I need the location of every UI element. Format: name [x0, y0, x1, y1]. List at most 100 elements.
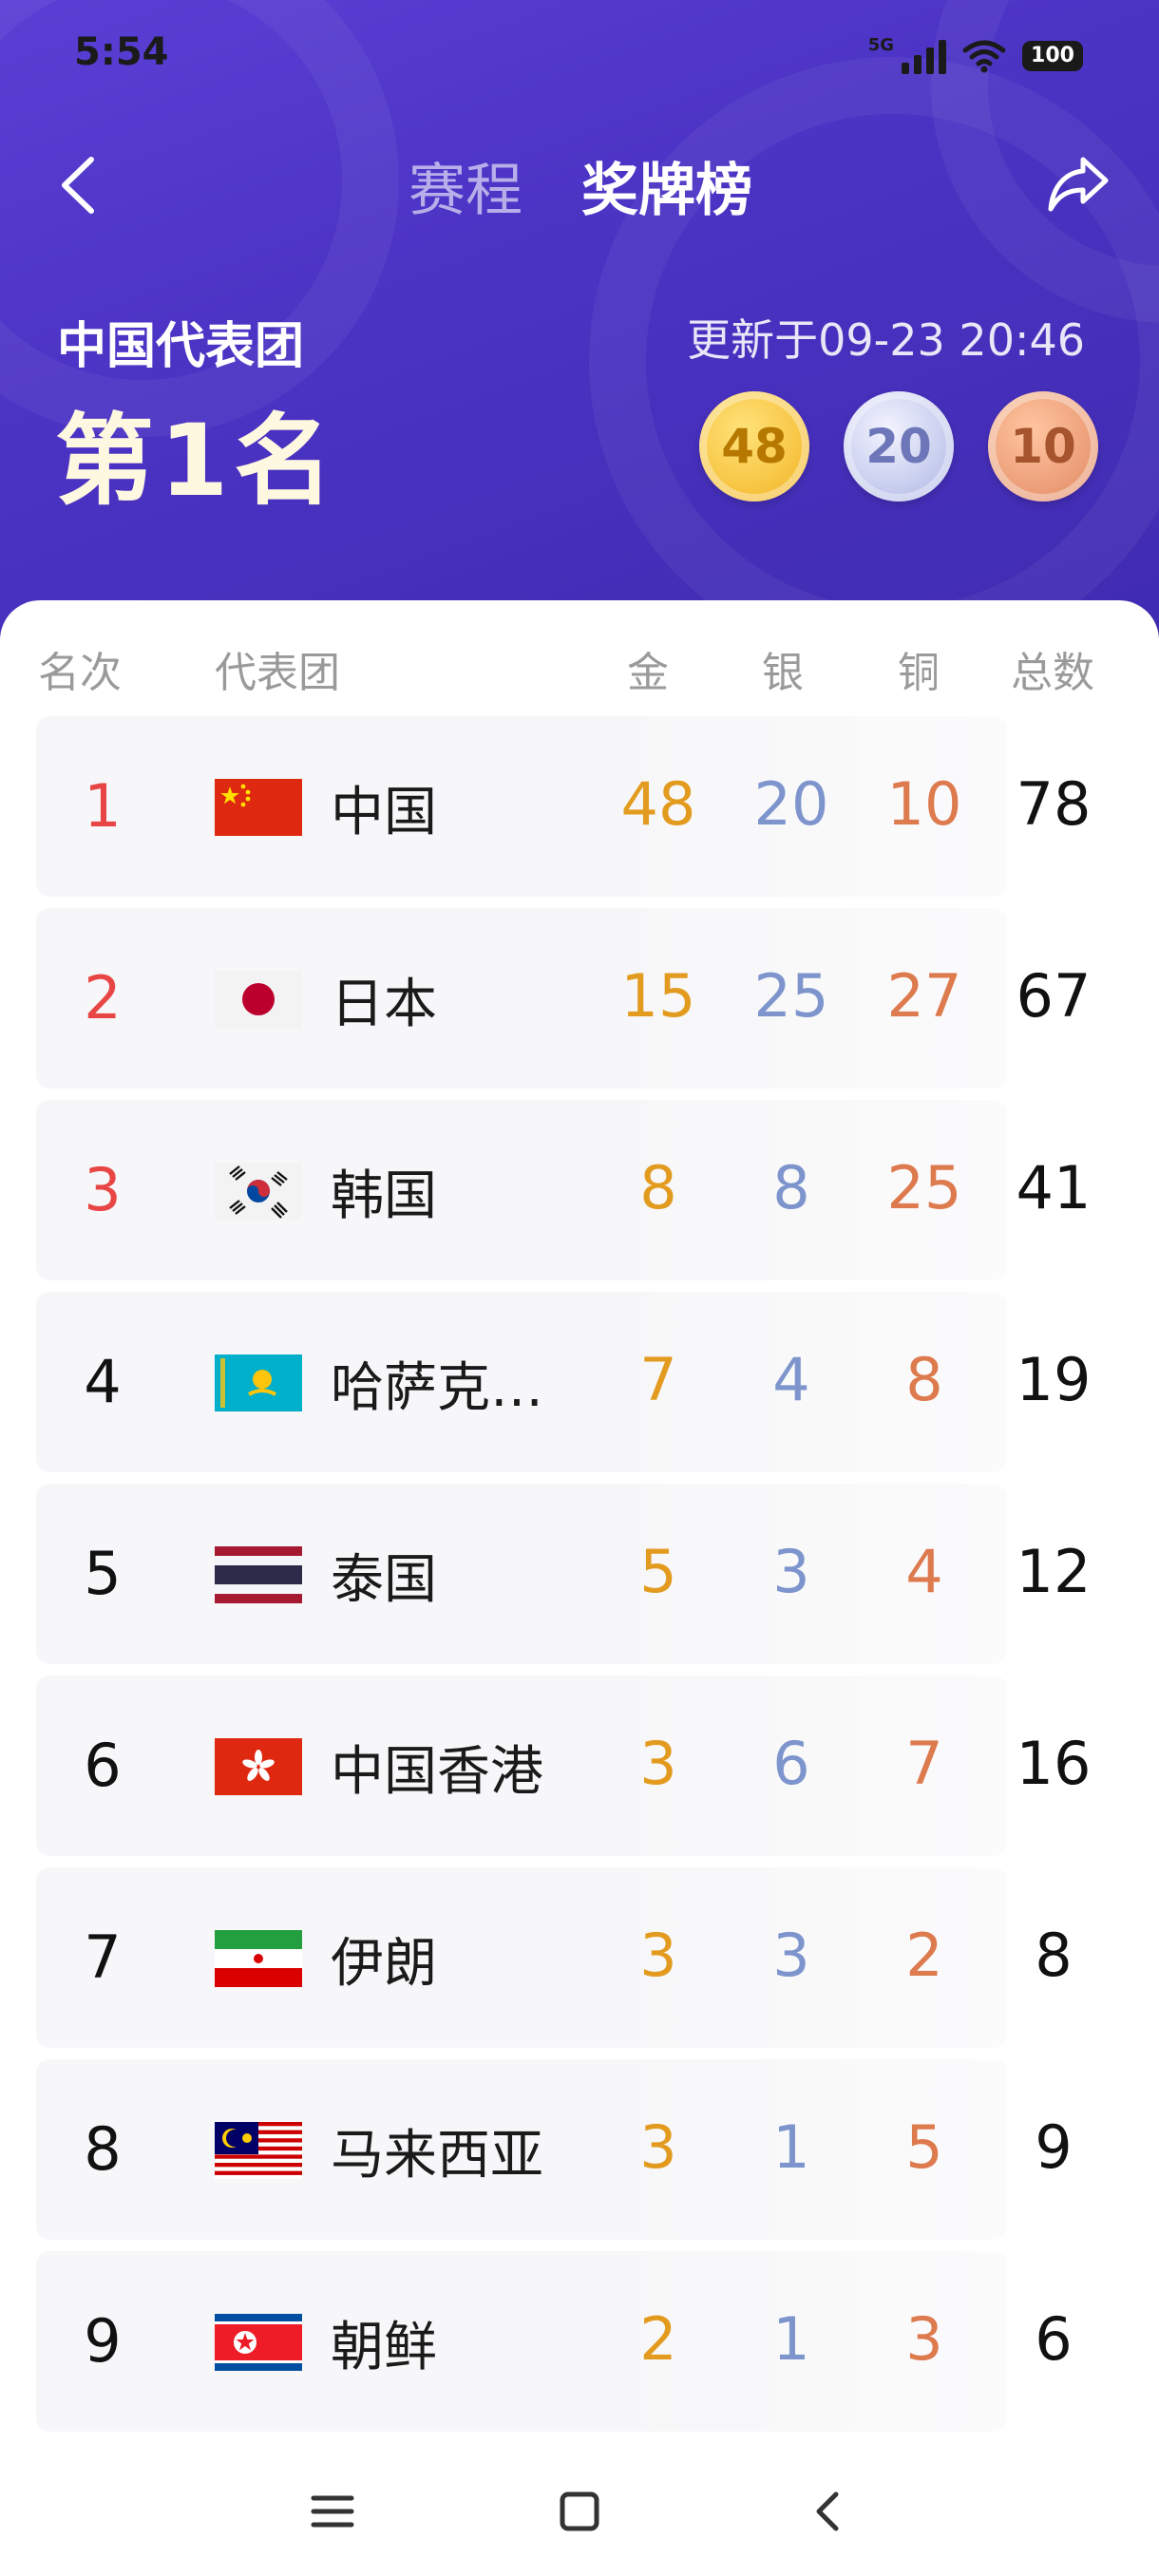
table-row[interactable]: 9 朝鲜 2 1 3 6 [36, 2251, 1073, 2432]
tab-schedule[interactable]: 赛程 [408, 144, 522, 227]
table-row[interactable]: 4 哈萨克… 7 4 8 19 [36, 1292, 1091, 1472]
row-bronze: 4 [905, 1537, 943, 1606]
row-silver: 1 [772, 2112, 810, 2182]
table-row[interactable]: 6 中国香港 3 6 7 16 [36, 1676, 1091, 1856]
row-gold: 15 [620, 961, 696, 1031]
medal-table: 名次 代表团 金 银 铜 总数 1 中国 48 20 10 78 2 日本 15… [0, 600, 1159, 2576]
row-silver: 8 [772, 1153, 810, 1222]
row-rank: 7 [84, 1923, 122, 1992]
malaysia-flag [215, 2122, 302, 2179]
header-team: 代表团 [215, 649, 340, 697]
row-bronze: 27 [886, 961, 962, 1031]
row-bronze: 3 [905, 2304, 943, 2374]
row-gold: 2 [639, 2304, 677, 2374]
bronze-medal-count: 10 [988, 391, 1098, 502]
row-country: 中国香港 [331, 1741, 543, 1803]
row-country: 马来西亚 [331, 2125, 543, 2187]
row-total: 19 [1016, 1345, 1092, 1414]
row-total: 41 [1016, 1153, 1092, 1222]
row-country: 泰国 [331, 1549, 437, 1611]
home-button[interactable] [551, 2483, 608, 2540]
menu-button[interactable] [304, 2483, 361, 2540]
status-bar: 5:54 5G 100 [0, 0, 1159, 114]
table-row[interactable]: 1 中国 48 20 10 78 [36, 716, 1091, 897]
row-country: 哈萨克… [331, 1357, 543, 1419]
row-gold: 3 [639, 2112, 677, 2182]
back-button[interactable] [49, 152, 106, 218]
row-total: 12 [1016, 1537, 1092, 1606]
row-silver: 3 [772, 1921, 810, 1990]
row-rank: 1 [84, 771, 122, 841]
north-korea-flag [215, 2314, 302, 2371]
row-gold: 7 [639, 1345, 677, 1414]
row-bronze: 5 [905, 2112, 943, 2182]
row-bronze: 7 [905, 1729, 943, 1798]
update-time: 更新于09-23 20:46 [687, 314, 1085, 366]
gold-medal-count: 48 [699, 391, 809, 502]
kazakhstan-flag [215, 1354, 302, 1411]
hong-kong-flag [215, 1738, 302, 1795]
iran-flag [215, 1930, 302, 1987]
row-rank: 3 [84, 1155, 122, 1224]
row-rank: 9 [84, 2306, 122, 2376]
row-country: 朝鲜 [331, 2317, 437, 2378]
row-gold: 5 [639, 1537, 677, 1606]
signal-icon [902, 38, 946, 74]
row-rank: 2 [84, 963, 122, 1032]
header-rank: 名次 [38, 649, 122, 697]
top-nav: 赛程 奖牌榜 [0, 133, 1159, 237]
south-korea-flag [215, 1163, 302, 1220]
row-gold: 3 [639, 1729, 677, 1798]
row-total: 6 [1035, 2304, 1073, 2374]
wifi-icon [962, 40, 1006, 73]
row-total: 78 [1016, 769, 1092, 839]
row-rank: 4 [84, 1347, 122, 1416]
table-row[interactable]: 8 马来西亚 3 1 5 9 [36, 2059, 1073, 2240]
row-total: 16 [1016, 1729, 1092, 1798]
thailand-flag [215, 1546, 302, 1603]
table-row[interactable]: 7 伊朗 3 3 2 8 [36, 1867, 1073, 2048]
system-back-button[interactable] [800, 2483, 857, 2540]
row-total: 67 [1016, 961, 1092, 1031]
row-silver: 3 [772, 1537, 810, 1606]
row-gold: 48 [620, 769, 696, 839]
table-row[interactable]: 3 韩国 8 8 25 41 [36, 1100, 1091, 1280]
row-country: 中国 [331, 782, 437, 843]
battery-indicator: 100 [1022, 41, 1083, 71]
tab-medal-table[interactable]: 奖牌榜 [581, 144, 752, 227]
row-rank: 6 [84, 1731, 122, 1800]
row-gold: 8 [639, 1153, 677, 1222]
japan-flag [215, 971, 302, 1028]
row-country: 韩国 [331, 1165, 437, 1227]
chevron-left-icon [816, 2491, 839, 2531]
table-row[interactable]: 2 日本 15 25 27 67 [36, 908, 1091, 1089]
network-type: 5G [867, 34, 894, 55]
row-silver: 20 [753, 769, 829, 839]
row-bronze: 10 [886, 769, 962, 839]
team-name: 中国代表团 [57, 318, 305, 375]
chevron-left-icon [62, 157, 94, 214]
row-silver: 4 [772, 1345, 810, 1414]
row-bronze: 8 [905, 1345, 943, 1414]
header-silver: 银 [762, 649, 804, 697]
header-gold: 金 [627, 649, 669, 697]
row-bronze: 2 [905, 1921, 943, 1990]
share-button[interactable] [1045, 154, 1112, 217]
row-country: 伊朗 [331, 1933, 437, 1995]
row-rank: 8 [84, 2114, 122, 2184]
row-total: 8 [1035, 1921, 1073, 1990]
row-silver: 1 [772, 2304, 810, 2374]
china-flag [215, 779, 302, 836]
table-row[interactable]: 5 泰国 5 3 4 12 [36, 1484, 1091, 1664]
status-time: 5:54 [74, 30, 169, 74]
row-silver: 25 [753, 961, 829, 1031]
row-gold: 3 [639, 1921, 677, 1990]
system-navigation-bar [0, 2432, 1159, 2576]
row-silver: 6 [772, 1729, 810, 1798]
status-icons: 5G 100 [867, 34, 1083, 74]
menu-icon [311, 2495, 354, 2528]
header-bronze: 铜 [898, 649, 940, 697]
silver-medal-count: 20 [844, 391, 954, 502]
header-total: 总数 [1011, 649, 1094, 697]
row-country: 日本 [331, 974, 437, 1035]
